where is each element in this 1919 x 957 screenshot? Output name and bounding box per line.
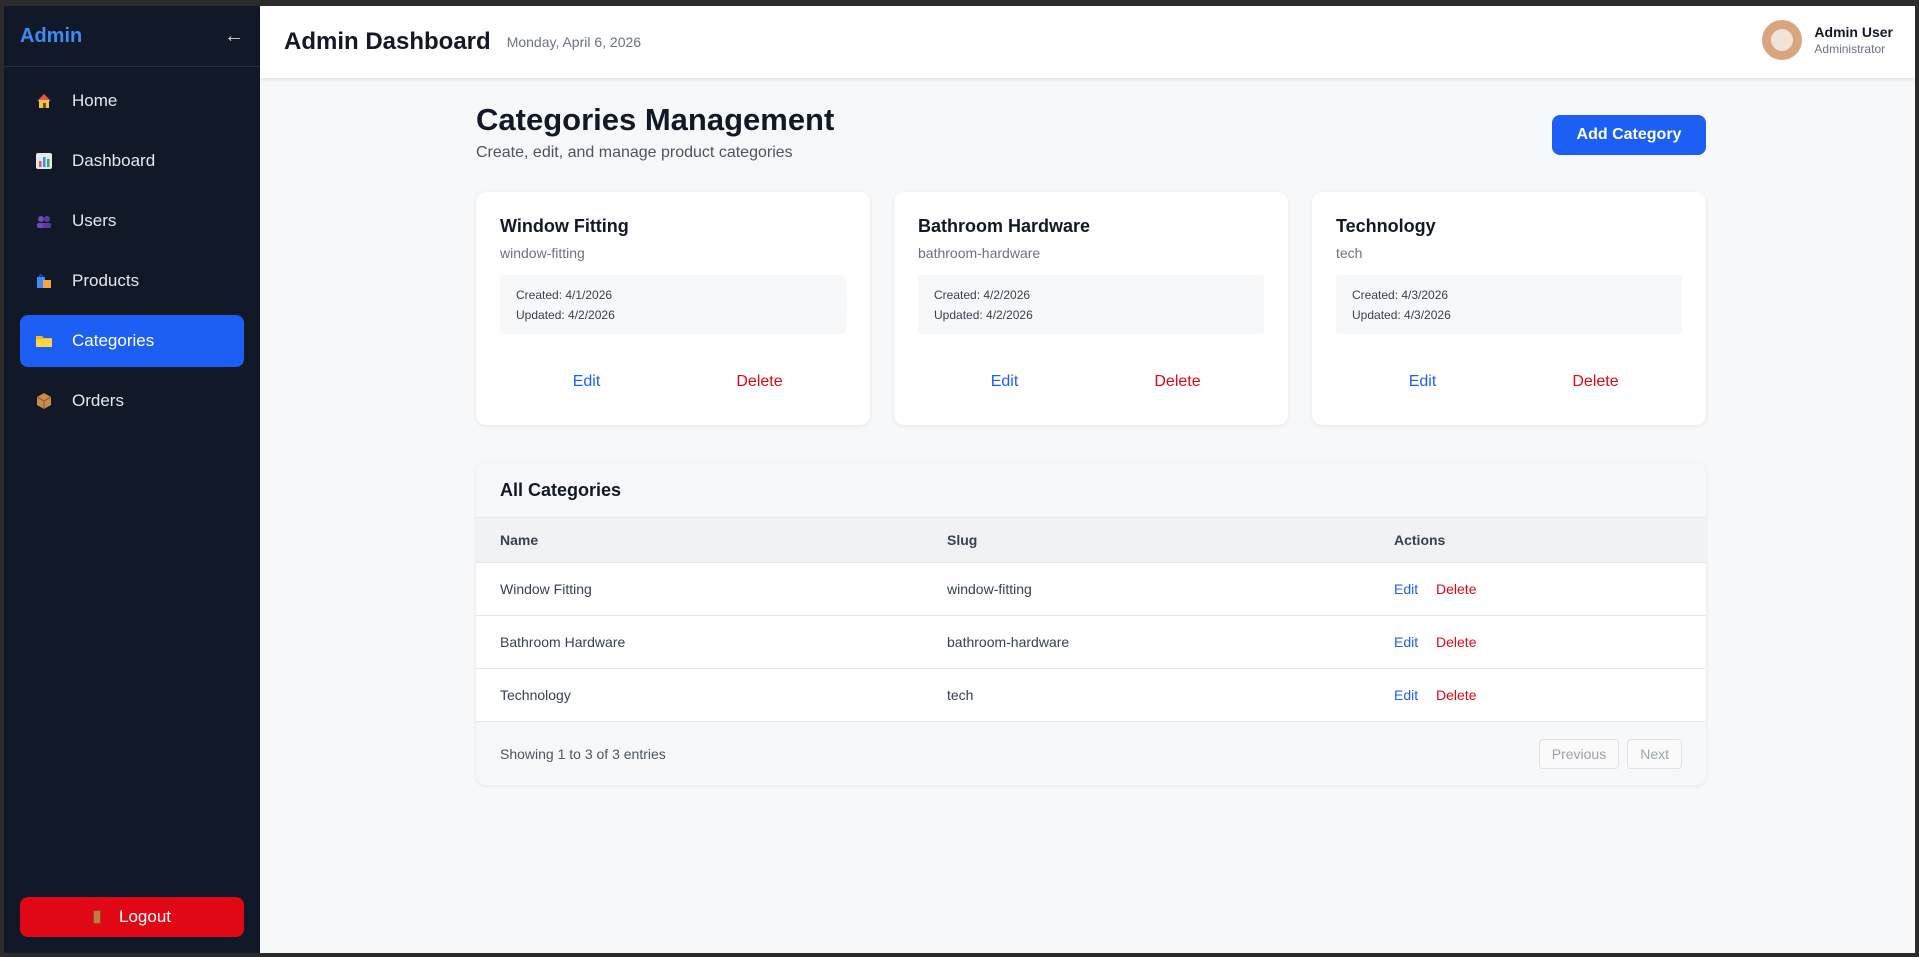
sidebar-item-categories[interactable]: Categories [20,315,244,367]
category-card: Technology tech Created: 4/3/2026 Update… [1312,192,1706,425]
cell-slug: bathroom-hardware [947,634,1070,650]
card-actions: Edit Delete [1336,373,1682,391]
delete-button[interactable]: Delete [673,373,846,391]
avatar [1762,20,1803,60]
column-header-actions: Actions [1394,532,1446,548]
shopping-bags-icon [34,271,54,291]
top-bar: Admin Dashboard Monday, April 6, 2026 Ad… [260,6,1915,78]
category-card: Bathroom Hardware bathroom-hardware Crea… [894,192,1288,425]
sidebar: Admin ← Home Dashboard Users Products Ca… [4,6,260,953]
edit-button[interactable]: Edit [500,373,673,391]
updated-date: Updated: 4/2/2026 [516,308,615,322]
card-slug: bathroom-hardware [918,245,1041,261]
cell-slug: window-fitting [947,581,1032,597]
card-meta: Created: 4/2/2026 Updated: 4/2/2026 [918,275,1264,334]
user-role: Administrator [1814,42,1886,56]
next-button[interactable]: Next [1627,738,1682,769]
cell-actions: Edit Delete [1394,687,1682,703]
sidebar-item-label: Products [72,271,140,290]
sidebar-item-dashboard[interactable]: Dashboard [20,135,244,187]
card-actions: Edit Delete [918,373,1264,391]
app-window: Admin ← Home Dashboard Users Products Ca… [4,6,1915,953]
row-delete-link[interactable]: Delete [1436,634,1476,650]
sidebar-item-label: Categories [72,331,155,350]
user-icon [1771,29,1794,51]
category-cards: Window Fitting window-fitting Created: 4… [476,192,1706,425]
cell-actions: Edit Delete [1394,581,1682,597]
previous-button[interactable]: Previous [1538,738,1620,769]
cell-slug: tech [947,687,974,703]
brand-logo: Admin [20,24,83,47]
card-name: Technology [1336,216,1436,236]
app-title: Admin Dashboard [284,28,491,55]
cell-name: Window Fitting [500,581,592,597]
user-menu[interactable]: Admin User Administrator [1762,20,1893,60]
created-date: Created: 4/2/2026 [934,288,1031,302]
main-area: Admin Dashboard Monday, April 6, 2026 Ad… [260,6,1915,953]
user-name: Admin User [1814,24,1893,40]
package-icon [34,391,54,411]
row-edit-link[interactable]: Edit [1394,581,1418,597]
folder-icon [34,331,54,351]
column-header-slug: Slug [947,532,978,548]
table-row: Bathroom Hardware bathroom-hardware Edit… [476,616,1706,669]
sidebar-item-label: Dashboard [72,151,156,170]
sidebar-item-home[interactable]: Home [20,75,244,127]
row-edit-link[interactable]: Edit [1394,687,1418,703]
edit-button[interactable]: Edit [918,373,1091,391]
table-header-row: Name Slug Actions [476,518,1706,563]
created-date: Created: 4/1/2026 [516,288,613,302]
current-date: Monday, April 6, 2026 [506,34,642,50]
cell-actions: Edit Delete [1394,634,1682,650]
sidebar-item-label: Users [72,211,117,230]
sidebar-item-label: Home [72,91,118,110]
logout-button[interactable]: Logout [20,897,244,937]
table-footer: Showing 1 to 3 of 3 entries Previous Nex… [476,722,1706,785]
table-row: Window Fitting window-fitting Edit Delet… [476,563,1706,616]
sidebar-item-users[interactable]: Users [20,195,244,247]
column-header-name: Name [500,532,539,548]
page-title: Categories Management [476,102,835,137]
chart-icon [34,151,54,171]
updated-date: Updated: 4/3/2026 [1352,308,1451,322]
home-icon [34,91,54,111]
card-slug: tech [1336,245,1363,261]
delete-button[interactable]: Delete [1091,373,1264,391]
door-icon [93,910,101,924]
sidebar-item-orders[interactable]: Orders [20,375,244,427]
row-edit-link[interactable]: Edit [1394,634,1418,650]
card-slug: window-fitting [500,245,585,261]
edit-button[interactable]: Edit [1336,373,1509,391]
collapse-sidebar-icon[interactable]: ← [224,25,244,48]
created-date: Created: 4/3/2026 [1352,288,1449,302]
card-meta: Created: 4/3/2026 Updated: 4/3/2026 [1336,275,1682,334]
pagination: Previous Next [1538,738,1682,769]
card-actions: Edit Delete [500,373,846,391]
sidebar-header: Admin ← [4,6,260,67]
table-title: All Categories [476,463,1706,518]
categories-table-card: All Categories Name Slug Actions Window … [476,463,1706,785]
cell-name: Technology [500,687,571,703]
page-content: Categories Management Create, edit, and … [476,102,1706,785]
users-icon [34,211,54,231]
pagination-summary: Showing 1 to 3 of 3 entries [500,745,666,762]
page-subtitle: Create, edit, and manage product categor… [476,144,793,161]
table-row: Technology tech Edit Delete [476,669,1706,722]
sidebar-nav: Home Dashboard Users Products Categories… [4,67,260,443]
sidebar-item-label: Orders [72,391,124,410]
category-card: Window Fitting window-fitting Created: 4… [476,192,870,425]
delete-button[interactable]: Delete [1509,373,1682,391]
card-meta: Created: 4/1/2026 Updated: 4/2/2026 [500,275,846,334]
updated-date: Updated: 4/2/2026 [934,308,1033,322]
row-delete-link[interactable]: Delete [1436,581,1476,597]
card-name: Window Fitting [500,216,629,236]
row-delete-link[interactable]: Delete [1436,687,1476,703]
logout-label: Logout [119,907,171,926]
cell-name: Bathroom Hardware [500,634,626,650]
card-name: Bathroom Hardware [918,216,1091,236]
add-category-button[interactable]: Add Category [1552,115,1706,155]
sidebar-item-products[interactable]: Products [20,255,244,307]
